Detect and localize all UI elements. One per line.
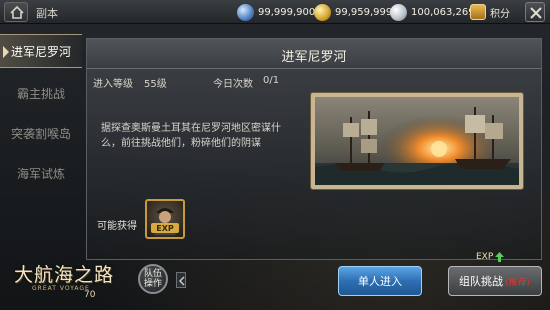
dungeon-panel: 进军尼罗河 进入等级 55级 今日次数 0/1 据探查奥斯曼土耳其在尼罗河地区密… bbox=[86, 38, 542, 260]
arrow-up-icon bbox=[495, 252, 505, 262]
panel-title: 进军尼罗河 bbox=[281, 50, 347, 65]
team-challenge-button[interactable]: 组队挑战 (推荐) bbox=[448, 266, 542, 296]
sidebar-item-navy-trial[interactable]: 海军试炼 bbox=[0, 156, 82, 190]
diamond-icon bbox=[237, 3, 254, 21]
diamond-counter: 99,999,900 bbox=[237, 3, 315, 21]
diamond-value: 99,999,900 bbox=[258, 6, 316, 18]
daily-count-label: 今日次数 bbox=[213, 79, 253, 90]
panel-header: 进军尼罗河 bbox=[87, 39, 541, 69]
captain-portrait-icon: EXP bbox=[151, 208, 179, 235]
gold-counter: 99,959,999 bbox=[314, 3, 392, 21]
chevron-left-icon bbox=[178, 276, 185, 286]
battle-painting bbox=[311, 93, 523, 189]
logo-title: 大航海之路 bbox=[14, 264, 115, 286]
top-bar: 副本 99,999,900 99,959,999 100,063,269 积分 bbox=[0, 0, 550, 24]
team-operation-button[interactable]: 队伍 操作 bbox=[138, 264, 168, 294]
game-logo: 大航海之路 GREAT VOYAGE 70 bbox=[10, 258, 142, 308]
reward-exp-item[interactable]: EXP bbox=[145, 199, 185, 239]
back-button[interactable] bbox=[4, 2, 28, 22]
sidebar-item-nile[interactable]: 进军尼罗河 bbox=[0, 34, 82, 68]
page-title: 副本 bbox=[36, 7, 58, 20]
team-operation-label: 队伍 操作 bbox=[143, 269, 162, 289]
sidebar-item-label: 突袭割喉岛 bbox=[10, 126, 71, 141]
exp-bonus-label: EXP bbox=[476, 252, 494, 262]
sidebar: 进军尼罗河 霸主挑战 突袭割喉岛 海军试炼 bbox=[0, 30, 82, 210]
logo-subtitle: GREAT VOYAGE bbox=[32, 285, 90, 292]
silver-value: 100,063,269 bbox=[411, 6, 475, 18]
silver-counter: 100,063,269 bbox=[390, 3, 475, 21]
gold-value: 99,959,999 bbox=[335, 6, 393, 18]
sidebar-item-overlord[interactable]: 霸主挑战 bbox=[0, 76, 82, 110]
home-icon bbox=[10, 6, 24, 19]
exp-badge-text: EXP bbox=[156, 224, 174, 233]
naval-battle-image bbox=[315, 97, 519, 185]
daily-count-value: 0/1 bbox=[263, 75, 280, 86]
team-challenge-label: 组队挑战 bbox=[459, 275, 503, 288]
collapse-button[interactable] bbox=[176, 272, 186, 288]
sidebar-item-label: 海军试炼 bbox=[16, 166, 65, 181]
logo-level: 70 bbox=[84, 290, 96, 300]
team-challenge-hint: (推荐) bbox=[505, 277, 531, 288]
level-value: 55级 bbox=[144, 79, 167, 90]
solo-enter-button[interactable]: 单人进入 bbox=[338, 266, 422, 296]
mission-description: 据探查奥斯曼土耳其在尼罗河地区密谋什么，前往挑战他们，粉碎他们的阴谋 bbox=[101, 123, 281, 149]
score-icon bbox=[470, 4, 486, 20]
exp-bonus-tag: EXP bbox=[476, 252, 505, 262]
active-arrow-icon bbox=[3, 46, 9, 58]
score-button[interactable]: 积分 bbox=[470, 3, 510, 21]
sidebar-item-label: 进军尼罗河 bbox=[10, 44, 71, 59]
level-label: 进入等级 bbox=[93, 79, 133, 90]
close-button[interactable] bbox=[525, 2, 545, 22]
sidebar-item-label: 霸主挑战 bbox=[16, 86, 65, 101]
close-icon bbox=[530, 7, 542, 19]
gold-coin-icon bbox=[314, 3, 331, 21]
silver-coin-icon bbox=[390, 3, 407, 21]
sidebar-item-cutthroat-island[interactable]: 突袭割喉岛 bbox=[0, 116, 82, 150]
score-label: 积分 bbox=[490, 8, 510, 20]
reward-label: 可能获得 bbox=[97, 221, 137, 232]
